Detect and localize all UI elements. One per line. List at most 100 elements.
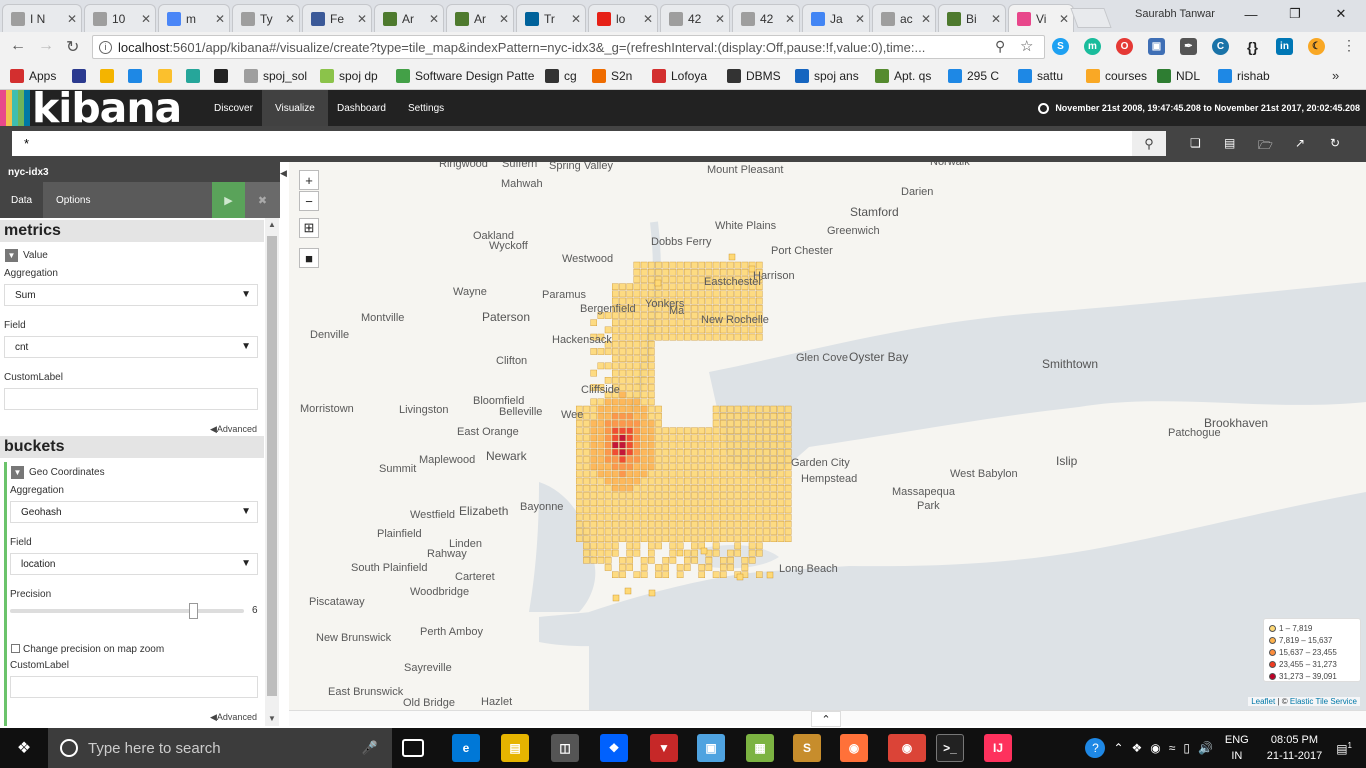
geohash-cell[interactable] xyxy=(619,369,626,377)
geohash-cell[interactable] xyxy=(741,506,749,514)
geohash-cell[interactable] xyxy=(576,513,583,521)
geohash-cell[interactable] xyxy=(698,304,706,312)
battery-icon[interactable]: ▯ xyxy=(1183,741,1190,755)
moon-extension-icon[interactable]: ☾ xyxy=(1308,38,1325,55)
geohash-cell[interactable] xyxy=(712,542,720,550)
geohash-cell[interactable] xyxy=(648,513,655,521)
geohash-cell[interactable] xyxy=(597,449,605,456)
draw-rectangle-icon[interactable]: ■ xyxy=(299,248,319,268)
geohash-cell[interactable] xyxy=(676,564,684,571)
geohash-cell[interactable] xyxy=(633,463,641,471)
geohash-cell[interactable] xyxy=(720,420,727,427)
geohash-cell[interactable] xyxy=(741,513,749,521)
geohash-cell[interactable] xyxy=(626,499,634,507)
geohash-cell[interactable] xyxy=(640,384,648,391)
geohash-cell[interactable] xyxy=(756,449,763,456)
geohash-cell[interactable] xyxy=(597,513,605,521)
geohash-cell[interactable] xyxy=(741,333,749,341)
geohash-cell[interactable] xyxy=(705,557,713,564)
geohash-cell[interactable] xyxy=(698,441,706,449)
geohash-cell[interactable] xyxy=(633,268,641,276)
geohash-cell[interactable] xyxy=(741,405,749,413)
geohash-cell[interactable] xyxy=(640,506,648,514)
geohash-cell[interactable] xyxy=(777,513,785,521)
geohash-cell[interactable] xyxy=(612,348,619,355)
geohash-cell[interactable] xyxy=(612,441,619,449)
geohash-cell[interactable] xyxy=(756,434,763,442)
geohash-cell[interactable] xyxy=(662,485,670,492)
geohash-cell[interactable] xyxy=(684,528,691,535)
geohash-cell[interactable] xyxy=(784,420,792,427)
geohash-cell[interactable] xyxy=(770,405,778,413)
geohash-cell[interactable] xyxy=(655,427,662,435)
geohash-cell[interactable] xyxy=(619,441,626,449)
geohash-cell[interactable] xyxy=(784,412,792,420)
geohash-cell[interactable] xyxy=(633,398,641,406)
geohash-cell[interactable] xyxy=(604,456,612,463)
geohash-cell[interactable] xyxy=(633,290,641,298)
geohash-cell[interactable] xyxy=(712,470,720,478)
geohash-cell[interactable] xyxy=(734,290,742,298)
geohash-cell[interactable] xyxy=(727,441,734,449)
geohash-cell[interactable] xyxy=(698,485,706,492)
taskbar-search[interactable]: Type here to search 🎤 xyxy=(48,728,392,768)
geohash-cell[interactable] xyxy=(655,420,662,427)
geohash-cell[interactable] xyxy=(648,398,655,406)
chevron-down-icon[interactable]: ▼ xyxy=(11,466,24,479)
geohash-cell[interactable] xyxy=(648,355,655,363)
geohash-cell[interactable] xyxy=(684,283,691,290)
geohash-cell[interactable] xyxy=(640,449,648,456)
geohash-cell[interactable] xyxy=(640,470,648,478)
geohash-cell[interactable] xyxy=(597,470,605,478)
geohash-cell[interactable] xyxy=(770,427,778,435)
geohash-cell[interactable] xyxy=(741,477,749,485)
geohash-cell[interactable] xyxy=(576,449,583,456)
geohash-cell[interactable] xyxy=(756,290,763,298)
geohash-cell[interactable] xyxy=(633,441,641,449)
geohash-cell[interactable] xyxy=(583,528,590,535)
geohash-cell[interactable] xyxy=(720,304,727,312)
geohash-cell[interactable] xyxy=(654,279,662,287)
geohash-cell[interactable] xyxy=(777,521,785,528)
geohash-cell[interactable] xyxy=(712,333,720,341)
geohash-cell[interactable] xyxy=(619,528,626,535)
geohash-cell[interactable] xyxy=(662,513,670,521)
geohash-cell[interactable] xyxy=(756,470,763,478)
geohash-cell[interactable] xyxy=(691,528,698,535)
geohash-cell[interactable] xyxy=(576,499,583,507)
geohash-cell[interactable] xyxy=(619,513,626,521)
geohash-cell[interactable] xyxy=(698,427,706,435)
geohash-cell[interactable] xyxy=(727,477,734,485)
geohash-cell[interactable] xyxy=(770,521,778,528)
geohash-cell[interactable] xyxy=(727,427,734,435)
geohash-cell[interactable] xyxy=(648,333,655,341)
geohash-cell[interactable] xyxy=(727,492,734,499)
geohash-cell[interactable] xyxy=(597,398,605,406)
geohash-cell[interactable] xyxy=(612,340,619,348)
geohash-cell[interactable] xyxy=(756,333,763,341)
geohash-cell[interactable] xyxy=(777,434,785,442)
geohash-cell[interactable] xyxy=(669,456,677,463)
geohash-cell[interactable] xyxy=(691,456,698,463)
geohash-cell[interactable] xyxy=(662,564,670,571)
nav-settings[interactable]: Settings xyxy=(395,90,457,126)
geohash-cell[interactable] xyxy=(756,420,763,427)
geohash-cell[interactable] xyxy=(698,492,706,499)
geohash-cell[interactable] xyxy=(712,571,720,579)
geohash-cell[interactable] xyxy=(712,304,720,312)
geohash-cell[interactable] xyxy=(720,513,727,521)
geohash-cell[interactable] xyxy=(619,571,626,579)
geohash-cell[interactable] xyxy=(619,470,626,478)
geohash-cell[interactable] xyxy=(604,326,612,334)
geohash-cell[interactable] xyxy=(583,477,590,485)
geohash-cell[interactable] xyxy=(734,297,742,305)
geohash-cell[interactable] xyxy=(777,492,785,499)
browser-tab[interactable]: Ty ✕ xyxy=(232,4,300,32)
geohash-cell[interactable] xyxy=(633,261,641,269)
geohash-cell[interactable] xyxy=(619,340,626,348)
geohash-cell[interactable] xyxy=(669,492,677,499)
geohash-cell[interactable] xyxy=(648,492,655,499)
geohash-cell[interactable] xyxy=(619,333,626,341)
collapse-sidebar-icon[interactable]: ◀ xyxy=(280,162,289,726)
geohash-cell[interactable] xyxy=(576,528,583,535)
